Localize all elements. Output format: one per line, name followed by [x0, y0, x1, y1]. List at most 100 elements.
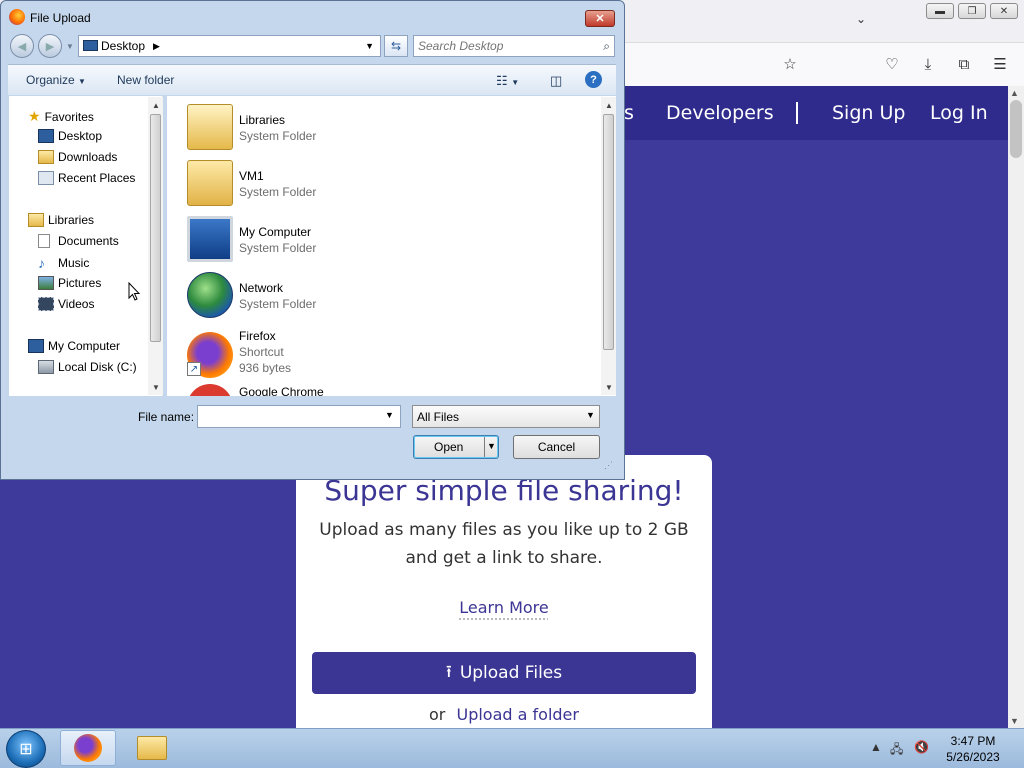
upload-files-label: Upload Files [459, 663, 563, 683]
tree-item-favorites[interactable]: ★ Favorites [28, 108, 94, 125]
file-list-scroll-thumb[interactable] [603, 114, 614, 350]
taskbar-firefox[interactable] [60, 730, 116, 766]
back-button[interactable]: ◀ [10, 34, 34, 58]
nav-pane-scroll-thumb[interactable] [150, 114, 161, 342]
chevron-down-icon: ▼ [78, 77, 86, 86]
tray-expand-icon[interactable]: ▲ [870, 740, 882, 754]
file-list: Libraries System Folder VM1 System Folde… [167, 96, 616, 396]
scroll-up-arrow-icon[interactable]: ▲ [605, 101, 613, 110]
tree-item-documents[interactable]: Documents [38, 234, 119, 248]
start-button[interactable]: ⊞ [6, 730, 46, 768]
recent-locations-chevron-icon[interactable]: ▼ [66, 42, 74, 51]
download-icon[interactable]: ⤓ [918, 54, 938, 74]
nav-link-developers[interactable]: Developers [666, 102, 774, 124]
taskbar-explorer[interactable] [124, 730, 180, 766]
network-tray-icon[interactable]: 🖧 [890, 740, 903, 761]
file-item-network[interactable]: Network System Folder [185, 272, 585, 328]
nav-link-login[interactable]: Log In [930, 102, 988, 124]
file-name-input[interactable] [197, 405, 401, 428]
preview-pane-icon[interactable]: ◫ [550, 73, 562, 89]
tree-label: Downloads [58, 150, 118, 164]
tree-item-local-disk[interactable]: Local Disk (C:) [38, 360, 137, 374]
search-box[interactable]: ⌕ [413, 35, 615, 57]
file-type: System Folder [239, 241, 317, 255]
help-icon[interactable]: ? [585, 71, 602, 88]
menu-icon[interactable]: ☰ [990, 54, 1010, 74]
file-type: Shortcut [239, 345, 284, 359]
page-scrollbar[interactable] [1008, 86, 1024, 728]
refresh-icon: ⇆ [390, 39, 402, 53]
file-item-my-computer[interactable]: My Computer System Folder [185, 216, 585, 272]
upload-files-button[interactable]: ⭱ Upload Files [312, 652, 696, 694]
open-options-dropdown-icon[interactable]: ▼ [487, 441, 496, 451]
chevron-down-icon[interactable]: ⌄ [856, 12, 866, 26]
cancel-label: Cancel [537, 440, 576, 454]
upload-icon: ⭱ [445, 661, 452, 682]
nav-link-signup[interactable]: Sign Up [832, 102, 905, 124]
extensions-icon[interactable]: ⧉ [954, 54, 974, 74]
user-folder-icon [187, 160, 233, 206]
breadcrumb-arrow-icon[interactable]: ▶ [153, 41, 160, 52]
restore-button[interactable]: ❐ [958, 3, 986, 19]
file-name: Firefox [239, 329, 276, 343]
forward-button[interactable]: ▶ [38, 34, 62, 58]
back-arrow-icon: ◀ [17, 40, 27, 53]
pocket-icon[interactable]: ♡ [882, 54, 902, 74]
computer-icon [187, 216, 233, 262]
refresh-button[interactable]: ⇆ [384, 35, 408, 57]
page-scrollbar-thumb[interactable] [1010, 100, 1022, 158]
tree-item-libraries[interactable]: Libraries [28, 213, 94, 227]
tree-item-my-computer[interactable]: My Computer [28, 339, 120, 353]
cancel-button[interactable]: Cancel [513, 435, 600, 459]
scroll-up-arrow-icon[interactable]: ▲ [1010, 88, 1019, 98]
address-dropdown-icon[interactable]: ▼ [365, 41, 374, 51]
scroll-down-arrow-icon[interactable]: ▼ [152, 383, 160, 392]
search-input[interactable] [418, 39, 588, 53]
file-type: System Folder [239, 297, 317, 311]
recent-places-icon [38, 171, 54, 185]
scroll-down-arrow-icon[interactable]: ▼ [1010, 716, 1019, 726]
clock-time: 3:47 PM [950, 734, 996, 748]
dialog-close-button[interactable]: ✕ [585, 10, 615, 27]
tree-item-downloads[interactable]: Downloads [38, 150, 117, 164]
volume-muted-icon[interactable]: 🔇 [914, 740, 929, 754]
scroll-up-arrow-icon[interactable]: ▲ [152, 101, 160, 110]
tree-item-music[interactable]: ♪ Music [38, 255, 89, 271]
file-item-libraries[interactable]: Libraries System Folder [185, 104, 585, 160]
file-type: System Folder [239, 129, 317, 143]
scroll-down-arrow-icon[interactable]: ▼ [605, 383, 613, 392]
nav-link-partial[interactable]: s [624, 102, 634, 124]
file-name: Libraries [239, 113, 286, 127]
open-split-divider [484, 437, 485, 457]
downloads-folder-icon [38, 150, 54, 164]
tree-item-videos[interactable]: Videos [38, 297, 94, 311]
tree-item-desktop[interactable]: Desktop [38, 129, 102, 143]
new-folder-button[interactable]: New folder [117, 73, 174, 87]
bookmark-star-icon[interactable]: ☆ [780, 54, 800, 74]
learn-more-link[interactable]: Learn More [459, 598, 548, 617]
file-name-dropdown-icon[interactable]: ▼ [385, 410, 394, 420]
resize-grip-icon[interactable]: ⋰ [604, 460, 613, 471]
file-item-google-chrome[interactable]: Google Chrome [185, 384, 585, 396]
window-close-button[interactable]: ✕ [990, 3, 1018, 19]
desktop-icon [38, 129, 54, 143]
subtext-line1: Upload as many files as you like up to 2… [319, 520, 689, 540]
tree-label: Desktop [58, 129, 103, 143]
file-type-select[interactable]: All Files [412, 405, 600, 428]
disk-icon [38, 360, 54, 374]
address-bar[interactable]: Desktop ▶ ▼ [78, 35, 381, 57]
file-item-firefox[interactable]: ↗ Firefox Shortcut 936 bytes [185, 328, 585, 384]
organize-button[interactable]: Organize ▼ [26, 73, 86, 87]
view-options-icon[interactable]: ☷ ▼ [496, 73, 519, 89]
tree-item-recent-places[interactable]: Recent Places [38, 171, 135, 185]
tree-label: Documents [58, 234, 119, 248]
upload-folder-link[interactable]: Upload a folder [456, 705, 578, 724]
folder-icon [137, 736, 167, 760]
tree-item-pictures[interactable]: Pictures [38, 276, 101, 290]
desktop-icon [83, 40, 98, 51]
tray-clock[interactable]: 3:47 PM 5/26/2023 [946, 733, 1000, 765]
file-name: Google Chrome [239, 385, 324, 396]
minimize-button[interactable]: ▬ [926, 3, 954, 19]
file-item-vm1[interactable]: VM1 System Folder [185, 160, 585, 216]
star-icon: ★ [28, 108, 41, 124]
